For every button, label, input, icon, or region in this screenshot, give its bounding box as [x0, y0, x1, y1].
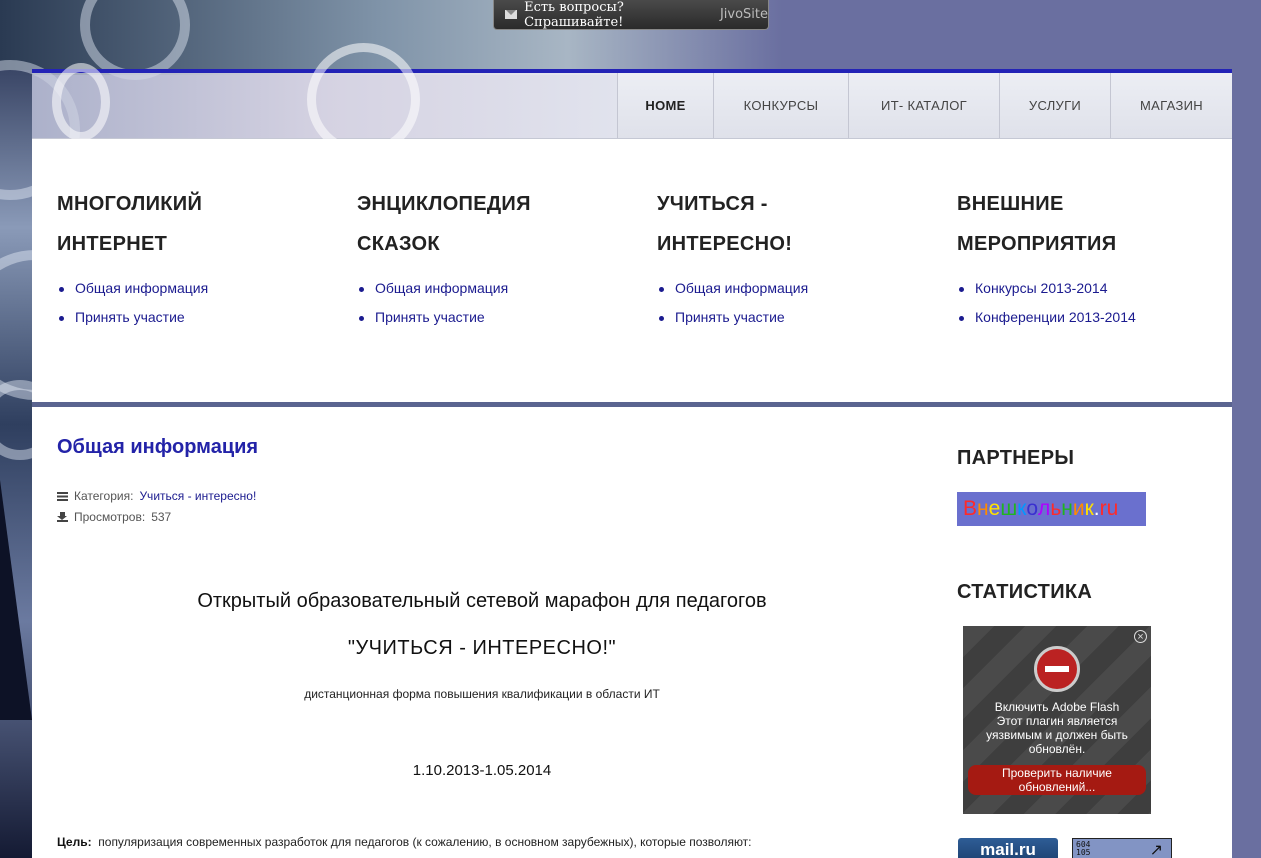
main-nav: HOME КОНКУРСЫ ИТ- КАТАЛОГ УСЛУГИ МАГАЗИН [617, 73, 1232, 138]
chat-widget[interactable]: Есть вопросы? Спрашивайте! JivoSite [493, 0, 769, 30]
background-dark-corner [0, 480, 32, 720]
menu-column-title: ВНЕШНИЕ МЕРОПРИЯТИЯ [957, 193, 1117, 255]
nav-services[interactable]: УСЛУГИ [999, 73, 1110, 138]
arrow-up-right-icon: ↗ [1149, 840, 1163, 858]
article-category: Категория: Учиться - интересно! [57, 489, 256, 503]
nav-contests[interactable]: КОНКУРСЫ [713, 73, 848, 138]
menu-link-general-info[interactable]: Общая информация [357, 274, 637, 303]
menu-column-title: МНОГОЛИКИЙ ИНТЕРНЕТ [57, 193, 203, 255]
menu-link-general-info[interactable]: Общая информация [57, 274, 337, 303]
menu-link-general-info[interactable]: Общая информация [657, 274, 937, 303]
goal-label: Цель: [57, 835, 92, 849]
site-header: HOME КОНКУРСЫ ИТ- КАТАЛОГ УСЛУГИ МАГАЗИН [32, 43, 1232, 156]
menu-column-learning: УЧИТЬСЯ - ИНТЕРЕСНО! Общая информация При… [657, 184, 937, 332]
article-headline: Открытый образовательный сетевой марафон… [197, 590, 767, 612]
menu-link-participate[interactable]: Принять участие [657, 303, 937, 332]
article-description: дистанционная форма повышения квалификац… [304, 687, 660, 701]
menu-column-title: УЧИТЬСЯ - ИНТЕРЕСНО! [657, 193, 793, 255]
article-views: Просмотров: 537 [57, 510, 171, 524]
menu-column-events: ВНЕШНИЕ МЕРОПРИЯТИЯ Конкурсы 2013-2014 Ко… [957, 184, 1237, 332]
flash-message-line: обновлён. [1028, 742, 1086, 756]
menu-column-internet: МНОГОЛИКИЙ ИНТЕРНЕТ Общая информация Прин… [57, 184, 337, 332]
nav-home[interactable]: HOME [617, 73, 713, 138]
menu-link-conferences[interactable]: Конференции 2013-2014 [957, 303, 1237, 332]
close-icon[interactable]: × [1134, 630, 1147, 643]
chat-widget-text: Есть вопросы? Спрашивайте! [524, 0, 624, 30]
counter-value: 105 [1076, 848, 1091, 857]
check-updates-button[interactable]: Проверить наличие обновлений... [968, 765, 1146, 795]
flash-title: Включить Adobe Flash [994, 700, 1120, 714]
visit-counter[interactable]: 604 105 ↗ [1072, 838, 1172, 858]
article-subheadline: "УЧИТЬСЯ - ИНТЕРЕСНО!" [347, 637, 617, 659]
menu-column-fairy-tales: ЭНЦИКЛОПЕДИЯ СКАЗОК Общая информация Прин… [357, 184, 637, 332]
menu-link-contests[interactable]: Конкурсы 2013-2014 [957, 274, 1237, 303]
category-label: Категория: [74, 489, 134, 503]
header-ring-decoration [52, 63, 110, 141]
category-link[interactable]: Учиться - интересно! [139, 489, 256, 503]
nav-shop[interactable]: МАГАЗИН [1110, 73, 1232, 138]
article-goal: Цель: популяризация современных разработ… [57, 835, 752, 849]
goal-text: популяризация современных разработок для… [98, 835, 752, 849]
mailru-counter[interactable]: mail.ru [958, 838, 1058, 858]
views-count: 537 [151, 510, 172, 524]
menu-column-title: ЭНЦИКЛОПЕДИЯ СКАЗОК [357, 193, 531, 255]
statistics-title: СТАТИСТИКА [957, 581, 1093, 603]
chat-widget-brand: JivoSite [719, 7, 768, 22]
flash-message-line: Этот плагин является [996, 714, 1118, 728]
section-menu: МНОГОЛИКИЙ ИНТЕРНЕТ Общая информация Прин… [32, 139, 1232, 402]
article-dates: 1.10.2013-1.05.2014 [412, 762, 552, 779]
article-title[interactable]: Общая информация [57, 436, 258, 459]
menu-link-participate[interactable]: Принять участие [57, 303, 337, 332]
flash-message-line: уязвимым и должен быть [986, 728, 1128, 742]
flash-plugin-placeholder[interactable]: × Включить Adobe Flash Этот плагин являе… [963, 626, 1151, 814]
views-label: Просмотров: [74, 510, 146, 524]
blocked-icon [1034, 646, 1080, 692]
nav-it-catalog[interactable]: ИТ- КАТАЛОГ [848, 73, 999, 138]
envelope-icon [505, 10, 518, 19]
main-content: Общая информация Категория: Учиться - ин… [32, 407, 1232, 858]
download-icon [57, 512, 68, 522]
list-icon [57, 491, 68, 501]
partners-title: ПАРТНЕРЫ [957, 447, 1075, 469]
partner-logo[interactable]: Внешкольник.ru [957, 492, 1146, 526]
menu-link-participate[interactable]: Принять участие [357, 303, 637, 332]
